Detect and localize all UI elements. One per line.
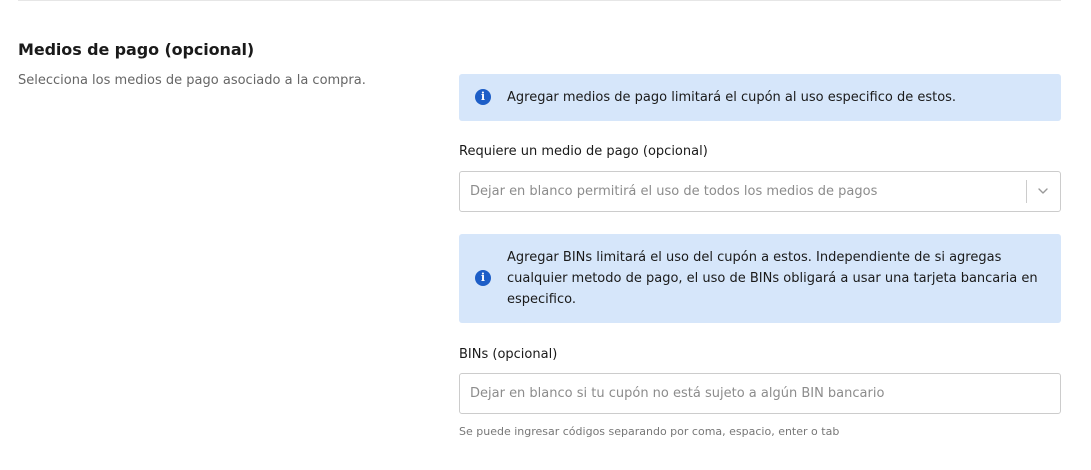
payment-info-text: Agregar medios de pago limitará el cupón… xyxy=(507,90,957,105)
bins-helper-text: Se puede ingresar códigos separando por … xyxy=(459,425,840,438)
info-icon: i xyxy=(475,89,491,105)
section-title: Medios de pago (opcional) xyxy=(18,40,255,59)
bins-info-text: Agregar BINs limitará el uso del cupón a… xyxy=(507,250,1038,307)
bins-input[interactable] xyxy=(459,373,1061,414)
payment-info-alert: i Agregar medios de pago limitará el cup… xyxy=(459,74,1061,121)
section-divider xyxy=(18,0,1061,1)
info-icon: i xyxy=(475,270,491,286)
payment-method-placeholder: Dejar en blanco permitirá el uso de todo… xyxy=(470,184,878,199)
section-description: Selecciona los medios de pago asociado a… xyxy=(18,73,366,88)
bins-label: BINs (opcional) xyxy=(459,347,558,362)
payment-methods-form: Medios de pago (opcional) Selecciona los… xyxy=(0,0,1091,470)
bins-info-alert: i Agregar BINs limitará el uso del cupón… xyxy=(459,234,1061,323)
chevron-down-icon[interactable] xyxy=(1035,183,1051,199)
select-separator xyxy=(1026,180,1027,203)
payment-method-select[interactable]: Dejar en blanco permitirá el uso de todo… xyxy=(459,171,1061,212)
payment-method-label: Requiere un medio de pago (opcional) xyxy=(459,144,708,159)
